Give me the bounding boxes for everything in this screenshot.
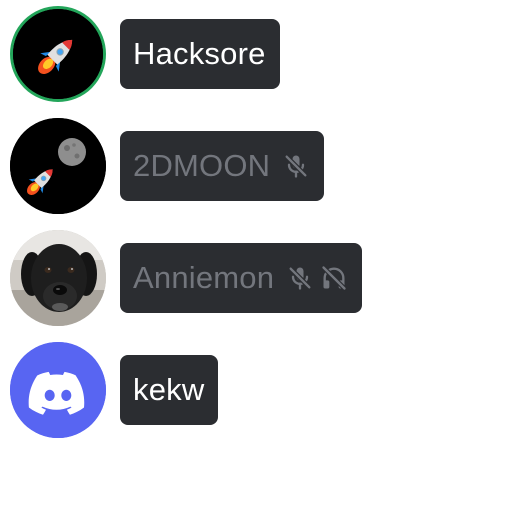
- username-pill: 2DMOON: [120, 131, 325, 201]
- mic-muted-icon: [286, 264, 314, 292]
- voice-user-row[interactable]: Hacksore: [10, 6, 280, 102]
- avatar: [10, 6, 106, 102]
- avatar: [10, 118, 106, 214]
- headphones-deafened-icon: [320, 264, 348, 292]
- username-pill: Hacksore: [120, 19, 280, 89]
- avatar: [10, 230, 106, 326]
- rocket-icon: [13, 9, 103, 99]
- avatar: [10, 342, 106, 438]
- voice-user-row[interactable]: Anniemon: [10, 230, 363, 326]
- dog-photo: [10, 230, 106, 326]
- rocket-moon-icon: [10, 118, 106, 214]
- username: kekw: [133, 372, 205, 407]
- mic-muted-icon: [282, 152, 310, 180]
- username: Anniemon: [133, 260, 275, 295]
- voice-user-row[interactable]: 2DMOON: [10, 118, 325, 214]
- username-pill: kekw: [120, 355, 219, 425]
- discord-logo-icon: [10, 342, 106, 438]
- username-pill: Anniemon: [120, 243, 363, 313]
- username: Hacksore: [133, 36, 266, 71]
- voice-user-row[interactable]: kekw: [10, 342, 219, 438]
- voice-user-list: Hacksore 2DMOON Anniemon kekw: [0, 0, 512, 512]
- username: 2DMOON: [133, 148, 271, 183]
